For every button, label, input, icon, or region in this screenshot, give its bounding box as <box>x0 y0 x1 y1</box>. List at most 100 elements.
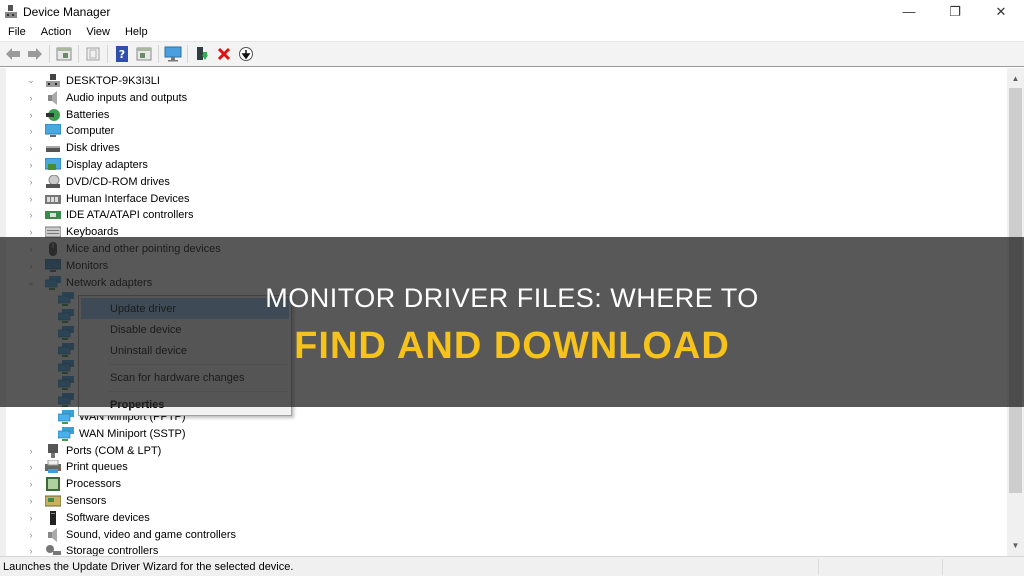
restore-icon: ❐ <box>949 3 961 19</box>
help-icon: ? <box>116 46 128 62</box>
tree-item-label: Computer <box>66 124 115 137</box>
tree-network-child[interactable]: WAN Miniport (SSTP) <box>57 425 186 442</box>
speaker-icon <box>45 90 61 105</box>
tree-item-label: WAN Miniport (SSTP) <box>79 427 186 440</box>
sensor-icon <box>44 494 62 508</box>
chevron-down-icon[interactable]: ⌄ <box>26 72 36 89</box>
forward-button[interactable] <box>25 44 45 64</box>
toolbar-separator <box>78 45 79 63</box>
menu-file[interactable]: File <box>0 26 33 38</box>
arrow-left-icon <box>6 48 20 60</box>
scan-hardware-button[interactable] <box>163 44 183 64</box>
action-pane-icon <box>136 47 152 61</box>
menu-action[interactable]: Action <box>33 26 79 38</box>
network-adapter-icon <box>57 409 74 424</box>
headline-line-1: MONITOR DRIVER FILES: WHERE TO <box>265 283 759 313</box>
help-button[interactable]: ? <box>112 44 132 64</box>
tree-category[interactable]: › DVD/CD-ROM drives <box>26 173 170 190</box>
tree-item-label: IDE ATA/ATAPI controllers <box>66 208 194 221</box>
uninstall-device-button[interactable] <box>214 44 234 64</box>
display-adapter-icon <box>44 157 62 172</box>
show-hide-console-tree-button[interactable] <box>54 44 74 64</box>
disk-drive-icon <box>45 141 61 155</box>
chevron-right-icon[interactable]: › <box>26 89 36 106</box>
down-arrow-circle-icon <box>239 47 253 61</box>
toolbar: ? <box>0 42 1024 67</box>
update-driver-button[interactable] <box>192 44 212 64</box>
scroll-up-button[interactable]: ▲ <box>1007 70 1024 87</box>
restore-button[interactable]: ❐ <box>932 0 978 23</box>
disable-device-button[interactable] <box>236 44 256 64</box>
chevron-right-icon[interactable]: › <box>26 542 36 556</box>
tree-category[interactable]: › Audio inputs and outputs <box>26 89 187 106</box>
chevron-right-icon[interactable]: › <box>26 190 36 207</box>
tree-category[interactable]: › Ports (COM & LPT) <box>26 442 161 459</box>
tree-item-label: DVD/CD-ROM drives <box>66 175 170 188</box>
tree-category[interactable]: › IDE ATA/ATAPI controllers <box>26 206 194 223</box>
tree-category[interactable]: › Software devices <box>26 509 150 526</box>
update-driver-icon <box>197 47 208 60</box>
headline-overlay: MONITOR DRIVER FILES: WHERE TO FIND AND … <box>0 237 1024 407</box>
tree-item-label: Audio inputs and outputs <box>66 91 188 104</box>
chevron-right-icon[interactable]: › <box>26 442 36 459</box>
device-manager-icon <box>4 4 18 19</box>
battery-icon <box>45 108 61 122</box>
chevron-right-icon[interactable]: › <box>26 526 36 543</box>
tree-category[interactable]: › Disk drives <box>26 139 120 156</box>
minimize-icon: — <box>902 4 916 19</box>
close-button[interactable]: ✕ <box>978 0 1024 23</box>
chevron-right-icon[interactable]: › <box>26 156 36 173</box>
svg-text:?: ? <box>119 48 125 61</box>
ide-controller-icon <box>45 208 61 222</box>
toolbar-separator <box>187 45 188 63</box>
chevron-right-icon[interactable]: › <box>26 139 36 156</box>
chevron-right-icon[interactable]: › <box>26 509 36 526</box>
tree-item-label: Sound, video and game controllers <box>66 528 236 541</box>
chevron-right-icon[interactable]: › <box>26 492 36 509</box>
tree-category[interactable]: › Storage controllers <box>26 542 158 556</box>
port-icon <box>45 443 61 458</box>
status-separator <box>818 559 819 575</box>
chevron-right-icon[interactable]: › <box>26 206 36 223</box>
computer-icon <box>44 123 62 138</box>
chevron-down-icon: ▼ <box>1011 541 1020 550</box>
tree-category[interactable]: › Computer <box>26 122 114 139</box>
chevron-right-icon[interactable]: › <box>26 475 36 492</box>
tree-root[interactable]: ⌄ DESKTOP-9K3I3LI <box>26 72 160 89</box>
tree-root-label: DESKTOP-9K3I3LI <box>66 74 160 87</box>
properties-button[interactable] <box>83 44 103 64</box>
tree-category[interactable]: › Print queues <box>26 458 128 475</box>
status-separator <box>942 559 943 575</box>
menu-view[interactable]: View <box>78 26 117 38</box>
close-icon: ✕ <box>995 3 1007 19</box>
tree-item-label: Keyboards <box>66 225 119 238</box>
tree-category[interactable]: › Sound, video and game controllers <box>26 526 236 543</box>
window-title: Device Manager <box>23 4 111 19</box>
tree-category[interactable]: › Human Interface Devices <box>26 190 190 207</box>
tree-category[interactable]: › Batteries <box>26 106 109 123</box>
computer-tower-icon <box>45 73 61 88</box>
chevron-right-icon[interactable]: › <box>26 122 36 139</box>
tree-category[interactable]: › Sensors <box>26 492 107 509</box>
software-device-icon <box>45 510 61 525</box>
toolbar-separator <box>49 45 50 63</box>
toolbar-separator <box>107 45 108 63</box>
tree-category[interactable]: › Processors <box>26 475 121 492</box>
tree-item-label: Storage controllers <box>66 544 159 557</box>
tree-item-label: Software devices <box>66 511 150 524</box>
show-action-pane-button[interactable] <box>134 44 154 64</box>
processor-icon <box>45 476 61 491</box>
back-button[interactable] <box>3 44 23 64</box>
storage-controller-icon <box>45 544 61 557</box>
minimize-button[interactable]: — <box>886 0 932 23</box>
arrow-right-icon <box>28 48 42 60</box>
tree-category[interactable]: › Display adapters <box>26 156 148 173</box>
chevron-right-icon[interactable]: › <box>26 106 36 123</box>
tree-item-label: Ports (COM & LPT) <box>66 444 162 457</box>
status-bar: Launches the Update Driver Wizard for th… <box>0 556 1024 576</box>
chevron-right-icon[interactable]: › <box>26 173 36 190</box>
chevron-right-icon[interactable]: › <box>26 458 36 475</box>
scroll-down-button[interactable]: ▼ <box>1007 537 1024 554</box>
network-adapter-icon <box>57 426 74 441</box>
menu-help[interactable]: Help <box>117 26 155 38</box>
